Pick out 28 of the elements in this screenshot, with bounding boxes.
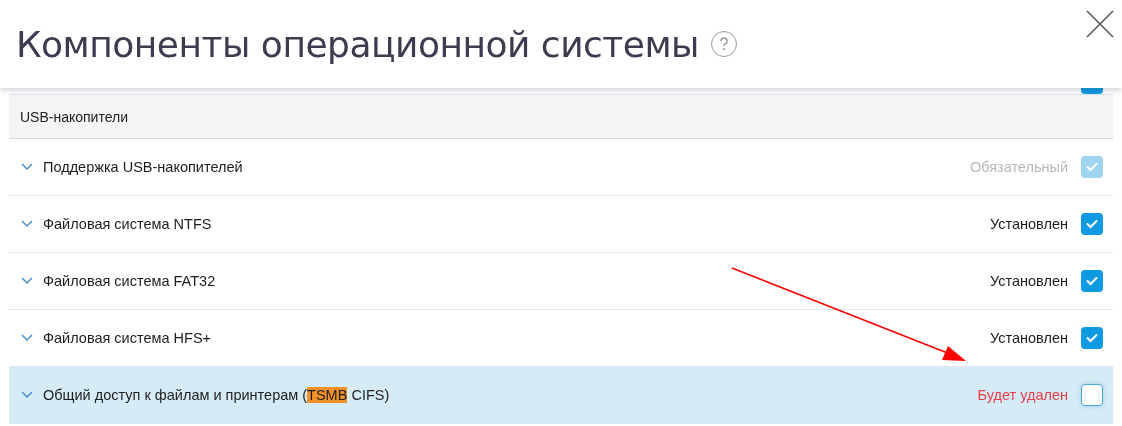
component-label: Файловая система NTFS — [43, 216, 213, 232]
component-label: Файловая система FAT32 — [43, 273, 217, 289]
check-icon — [1086, 219, 1098, 229]
component-label: Файловая система HFS+ — [43, 330, 213, 346]
dialog-title: Компоненты операционной системы — [16, 23, 700, 65]
component-label: Поддержка USB-накопителей — [43, 159, 244, 175]
chevron-icon[interactable] — [21, 391, 33, 399]
component-status: Установлен — [990, 216, 1068, 232]
chevron-icon[interactable] — [21, 220, 33, 228]
checkbox[interactable] — [1081, 270, 1103, 292]
check-icon — [1086, 162, 1098, 172]
component-status: Установлен — [990, 273, 1068, 289]
chevron-icon[interactable] — [21, 163, 33, 171]
chevron-icon[interactable] — [21, 277, 33, 285]
checkbox[interactable] — [1081, 384, 1103, 406]
component-label: Общий доступ к файлам и принтерам (TSMB CIFS) — [43, 387, 391, 403]
checkbox[interactable] — [1081, 156, 1103, 178]
checkbox[interactable] — [1081, 327, 1103, 349]
section-header: USB-накопители — [9, 95, 1113, 139]
check-icon — [1086, 276, 1098, 286]
chevron-icon[interactable] — [21, 334, 33, 342]
component-status: Установлен — [990, 330, 1068, 346]
component-status: Будет удален — [977, 387, 1068, 403]
checkbox[interactable] — [1081, 213, 1103, 235]
component-row[interactable]: Общий доступ к файлам и принтерам (TSMB CIFS) Будет удален — [9, 367, 1113, 424]
component-status: Обязательный — [969, 159, 1068, 175]
close-button[interactable] — [1086, 10, 1114, 38]
check-icon — [1086, 333, 1098, 343]
